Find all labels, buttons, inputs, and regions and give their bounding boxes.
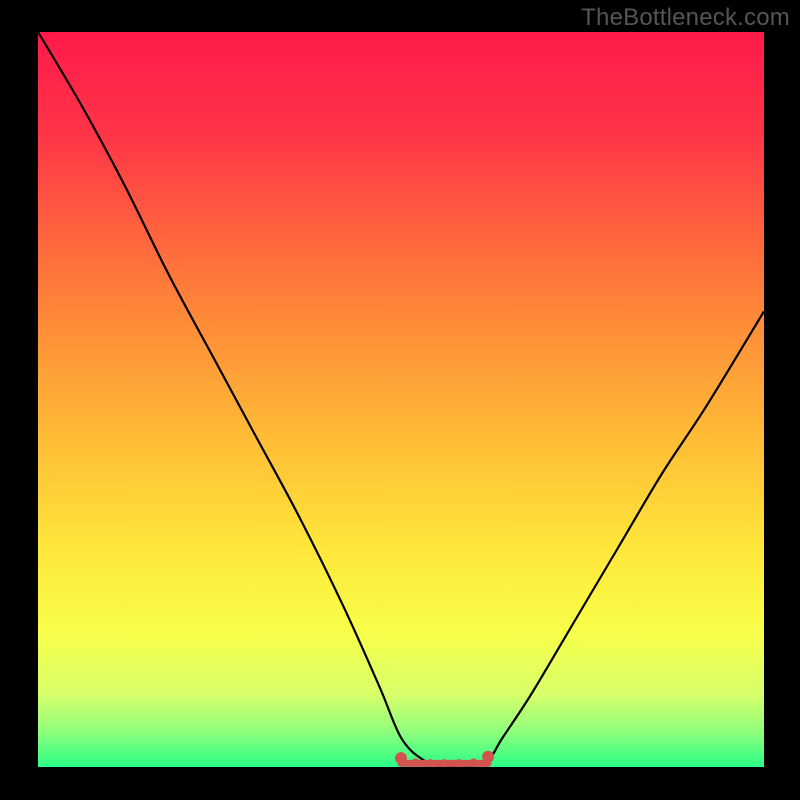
- watermark-text: TheBottleneck.com: [581, 4, 790, 32]
- valley-marker: [482, 751, 494, 763]
- valley-marker: [411, 758, 419, 766]
- valley-marker: [426, 759, 434, 767]
- gradient-background: [38, 32, 764, 767]
- valley-marker: [469, 758, 477, 766]
- chart-stage: TheBottleneck.com: [0, 0, 800, 800]
- valley-marker: [455, 759, 463, 767]
- bottleneck-chart: [0, 0, 800, 800]
- valley-marker: [440, 759, 448, 767]
- valley-marker: [395, 752, 407, 764]
